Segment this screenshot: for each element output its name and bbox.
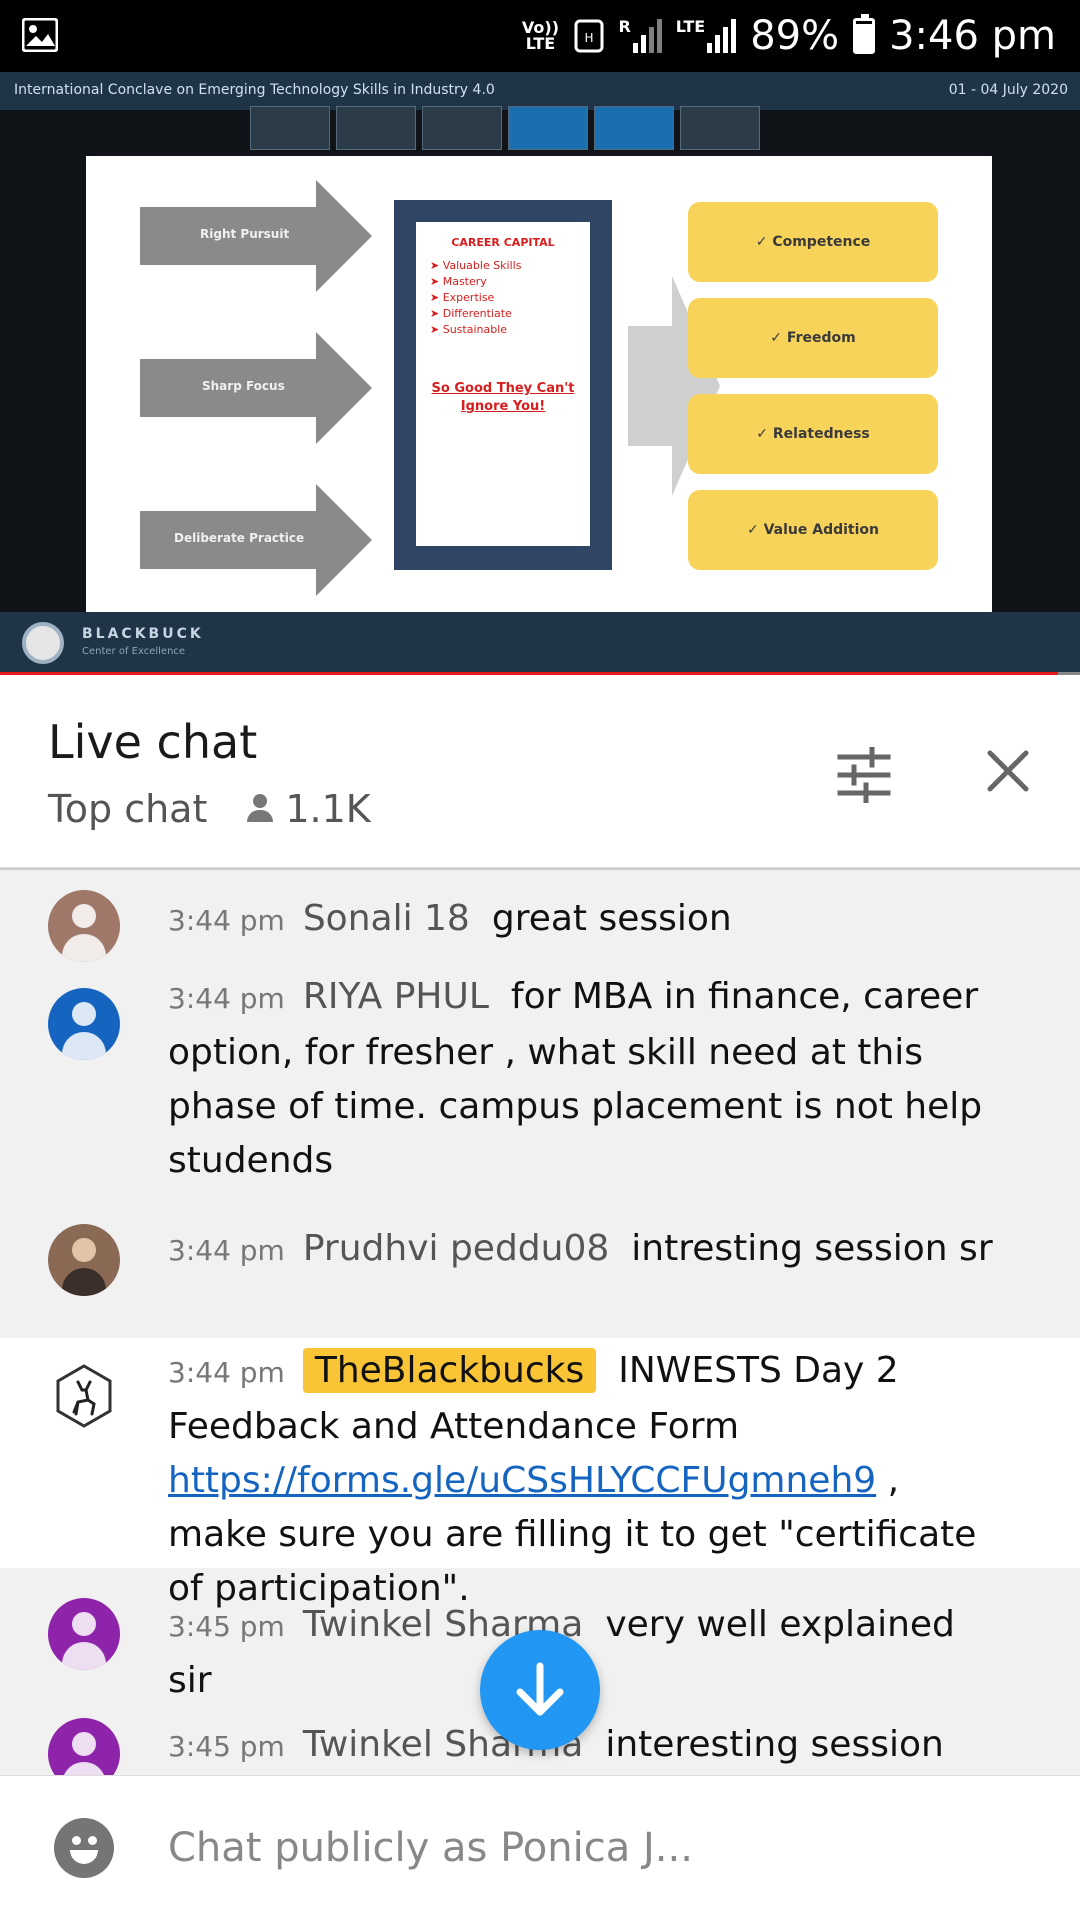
tune-icon[interactable] xyxy=(836,747,892,803)
status-bar: Vo)) LTE H R LTE 89% 3:46 pm xyxy=(0,0,1080,72)
battery-icon xyxy=(853,14,876,54)
clock: 3:46 pm xyxy=(889,13,1056,59)
banner-date: 01 - 04 July 2020 xyxy=(948,82,1068,98)
slide-arrow-label: Deliberate Practice xyxy=(174,531,305,545)
participant-thumb xyxy=(680,106,760,150)
scroll-to-bottom-button[interactable] xyxy=(480,1630,600,1750)
video-player[interactable]: International Conclave on Emerging Techn… xyxy=(0,72,1080,675)
participant-thumb xyxy=(336,106,416,150)
slide-arrow: Right Pursuit xyxy=(140,180,372,292)
battery-percent: 89% xyxy=(750,13,840,59)
career-capital-item: ➤ Expertise xyxy=(430,291,495,304)
participant-thumb xyxy=(422,106,502,150)
career-capital-item: ➤ Sustainable xyxy=(430,323,508,336)
roaming-indicator: R xyxy=(618,17,631,36)
avatar[interactable] xyxy=(48,1224,120,1296)
chat-message[interactable]: 3:44 pm Sonali 18 great session xyxy=(0,870,1080,970)
career-capital-title: CAREER CAPITAL xyxy=(451,236,555,249)
footer-brand: BLACKBUCK xyxy=(82,626,204,642)
career-capital-box: CAREER CAPITAL ➤ Valuable Skills ➤ Maste… xyxy=(394,200,612,570)
outcome-box: ✓ Relatedness xyxy=(688,394,938,474)
message-time: 3:44 pm xyxy=(168,982,285,1015)
career-capital-item: ➤ Mastery xyxy=(430,275,487,288)
message-link[interactable]: https://forms.gle/uCSsHLYCCFUgmneh9 xyxy=(168,1460,876,1501)
avatar[interactable] xyxy=(48,1598,120,1670)
slide-arrow-label: Sharp Focus xyxy=(202,379,285,393)
svg-text:H: H xyxy=(585,31,594,45)
avatar[interactable] xyxy=(48,890,120,962)
signal-icon-1 xyxy=(632,19,662,53)
participant-thumb xyxy=(594,106,674,150)
message-author[interactable]: Prudhvi peddu08 xyxy=(303,1228,609,1269)
blackbuck-avatar[interactable] xyxy=(48,1360,120,1432)
signal-icon-2 xyxy=(707,19,737,53)
participant-thumb xyxy=(250,106,330,150)
message-author[interactable]: Sonali 18 xyxy=(303,898,470,939)
arrow-down-icon xyxy=(516,1662,564,1716)
banner-title: International Conclave on Emerging Techn… xyxy=(14,82,495,98)
live-chat-header: Live chat Top chat 1.1K xyxy=(0,675,1080,868)
live-chat-title: Live chat xyxy=(48,715,258,769)
person-icon xyxy=(245,794,275,824)
chat-input[interactable] xyxy=(168,1816,1028,1880)
slide-arrow: Sharp Focus xyxy=(140,332,372,444)
message-text: for MBA in finance, career option, for f… xyxy=(168,976,983,1181)
outcome-box: ✓ Competence xyxy=(688,202,938,282)
career-capital-item: ➤ Differentiate xyxy=(430,307,512,320)
chat-message[interactable]: 3:44 pm RIYA PHUL for MBA in finance, care… xyxy=(0,970,1080,1210)
outcome-box: ✓ Value Addition xyxy=(688,490,938,570)
presentation-slide: Right Pursuit Sharp Focus Deliberate Pra… xyxy=(86,156,992,612)
avatar[interactable] xyxy=(48,988,120,1060)
volte-indicator: Vo)) LTE xyxy=(521,18,560,53)
message-author[interactable]: RIYA PHUL xyxy=(303,976,489,1017)
message-text: great session xyxy=(491,898,732,939)
career-capital-item: ➤ Valuable Skills xyxy=(430,259,522,272)
participant-thumb xyxy=(508,106,588,150)
viewer-count: 1.1K xyxy=(245,787,371,831)
message-time: 3:44 pm xyxy=(168,1356,285,1389)
message-time: 3:45 pm xyxy=(168,1730,285,1763)
participant-thumbnails xyxy=(250,106,760,152)
slide-quote: So Good They Can't Ignore You! xyxy=(431,381,575,414)
chat-message[interactable]: 3:44 pm Prudhvi peddu08 intresting session… xyxy=(0,1210,1080,1310)
chat-message-owner[interactable]: 3:44 pm TheBlackbucks INWESTS Day 2 Feedba… xyxy=(0,1338,1080,1609)
network-type: LTE xyxy=(675,17,706,36)
video-footer: BLACKBUCK Center of Excellence xyxy=(0,612,1080,672)
message-text: intresting session sr xyxy=(631,1228,993,1269)
chat-mode-selector[interactable]: Top chat xyxy=(48,787,207,831)
message-time: 3:44 pm xyxy=(168,904,285,937)
slide-arrow: Deliberate Practice xyxy=(140,484,372,596)
outcome-box: ✓ Freedom xyxy=(688,298,938,378)
owner-author-badge[interactable]: TheBlackbucks xyxy=(302,1348,597,1393)
hd-icon: H xyxy=(574,19,604,53)
viewer-count-value: 1.1K xyxy=(285,787,371,831)
gallery-icon xyxy=(22,18,58,52)
slide-arrow-label: Right Pursuit xyxy=(200,227,290,241)
video-banner: International Conclave on Emerging Techn… xyxy=(0,72,1080,110)
blackbuck-logo xyxy=(22,622,64,664)
message-text: interesting session xyxy=(605,1724,944,1765)
footer-brand-sub: Center of Excellence xyxy=(82,646,186,657)
chat-input-bar xyxy=(0,1775,1080,1920)
message-time: 3:45 pm xyxy=(168,1610,285,1643)
close-icon[interactable] xyxy=(984,747,1032,795)
emoji-icon[interactable] xyxy=(54,1818,114,1878)
avatar[interactable] xyxy=(48,1718,120,1775)
message-time: 3:44 pm xyxy=(168,1234,285,1267)
